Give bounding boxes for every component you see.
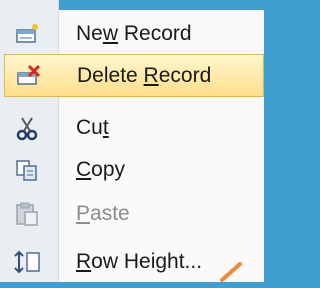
menu-item-copy[interactable]: Copy xyxy=(0,148,264,191)
menu-item-new-record[interactable]: New Record xyxy=(0,12,264,55)
menu-item-label: Row Height... xyxy=(76,249,203,273)
menu-item-label: Copy xyxy=(76,157,126,181)
menu-item-label: Paste xyxy=(76,201,130,225)
row-height-icon xyxy=(13,248,41,276)
menu-item-label: Delete Record xyxy=(77,63,212,87)
scissors-icon xyxy=(13,114,41,142)
paste-icon xyxy=(13,200,41,228)
context-menu: New Record Delete Record Cut Copy Paste … xyxy=(0,0,264,282)
mouse-cursor-icon xyxy=(218,262,248,288)
menu-item-cut[interactable]: Cut xyxy=(0,106,264,149)
menu-item-delete-record[interactable]: Delete Record xyxy=(4,54,264,97)
delete-record-icon xyxy=(14,62,42,90)
menu-item-label: New Record xyxy=(76,21,192,45)
menu-item-label: Cut xyxy=(76,115,109,139)
copy-icon xyxy=(13,156,41,184)
menu-item-paste[interactable]: Paste xyxy=(0,192,264,235)
new-record-icon xyxy=(13,20,41,48)
